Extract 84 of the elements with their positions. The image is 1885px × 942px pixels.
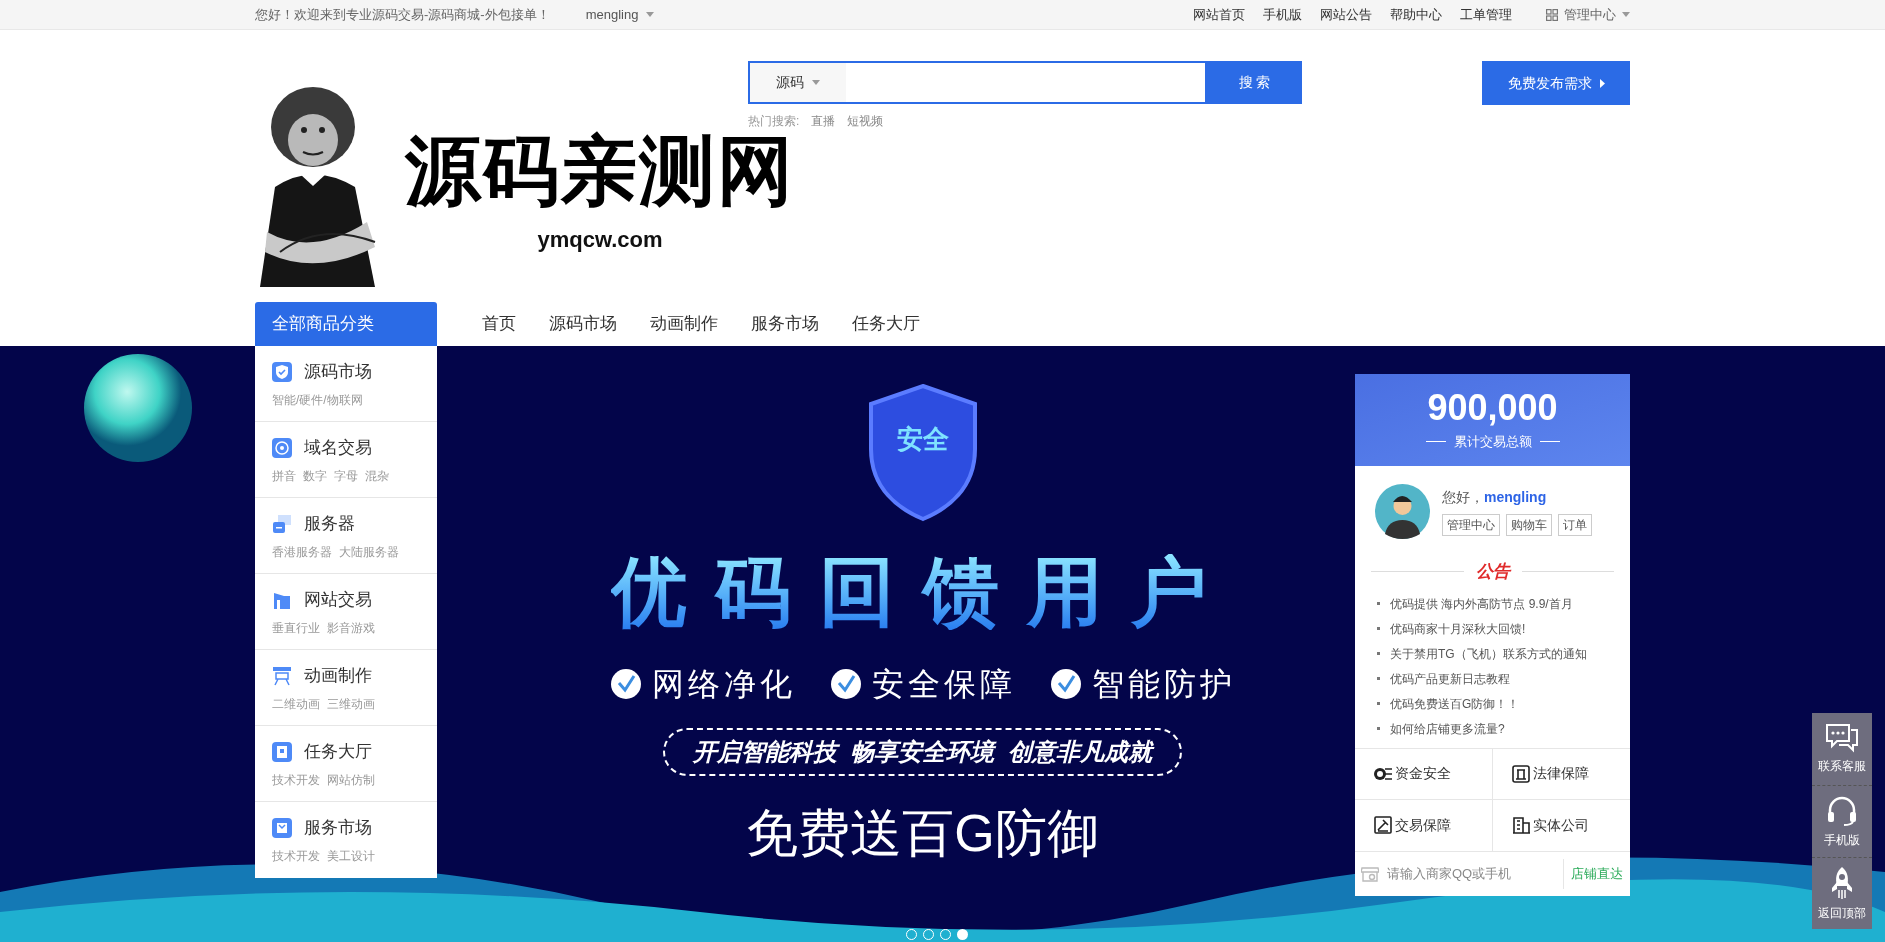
logo-title: 源码亲测网 bbox=[405, 133, 795, 209]
account-button[interactable]: 订单 bbox=[1558, 514, 1592, 536]
top-link[interactable]: 帮助中心 bbox=[1390, 4, 1442, 25]
shield-icon bbox=[272, 361, 292, 382]
category-title[interactable]: 动画制作 bbox=[304, 663, 372, 689]
check-circle-icon bbox=[829, 668, 862, 700]
globe-icon bbox=[272, 437, 292, 458]
notice-link[interactable]: 如何给店铺更多流量? bbox=[1390, 719, 1505, 738]
grid-icon bbox=[1546, 8, 1558, 21]
server-icon bbox=[272, 513, 292, 534]
user-menu[interactable]: mengling bbox=[585, 4, 655, 25]
category-header[interactable]: 全部商品分类 bbox=[255, 302, 437, 346]
notice-link[interactable]: 优码提供 海内外高防节点 9.9/首月 bbox=[1390, 594, 1573, 613]
guarantee-label: 交易保障 bbox=[1395, 815, 1451, 835]
board-icon bbox=[272, 665, 292, 686]
shop-icon bbox=[1361, 864, 1379, 883]
nav-link[interactable]: 服务市场 bbox=[751, 311, 819, 337]
category-title[interactable]: 源码市场 bbox=[304, 359, 372, 385]
guarantee-label: 资金安全 bbox=[1395, 764, 1451, 783]
offer-text: 免费送百G防御 bbox=[746, 803, 1099, 864]
bullet-icon bbox=[1377, 677, 1380, 680]
welcome-text: 您好！欢迎来到专业源码交易-源码商城-外包接单！ bbox=[255, 5, 550, 24]
check-circle-icon bbox=[1049, 668, 1082, 700]
category-title[interactable]: 服务市场 bbox=[304, 815, 372, 841]
chat-icon bbox=[1825, 723, 1859, 753]
search-button[interactable]: 搜 索 bbox=[1207, 61, 1302, 104]
guarantee-label: 实体公司 bbox=[1532, 815, 1589, 835]
feature-text: 安全保障 bbox=[871, 665, 1016, 704]
hot-search-link[interactable]: 短视频 bbox=[847, 112, 884, 130]
bullet-icon bbox=[1377, 627, 1380, 630]
nav-link[interactable]: 任务大厅 bbox=[852, 311, 920, 337]
search-field[interactable]: 源码 bbox=[748, 61, 1207, 104]
nav-link[interactable]: 动画制作 bbox=[650, 311, 718, 337]
slogan-pill: 开启智能科技 畅享安全环境 创意非凡成就 bbox=[663, 728, 1182, 776]
floating-tool-button[interactable]: 返回顶部 bbox=[1812, 857, 1872, 929]
trade-total: 900,000 bbox=[1427, 388, 1558, 429]
top-link[interactable]: 网站首页 bbox=[1193, 4, 1245, 25]
task-icon bbox=[272, 741, 292, 762]
feature-text: 网络净化 bbox=[651, 665, 796, 704]
hot-search-link[interactable]: 直播 bbox=[811, 112, 836, 130]
bullet-icon bbox=[1377, 727, 1380, 730]
nav-link[interactable]: 首页 bbox=[482, 311, 516, 337]
caret-icon bbox=[1622, 12, 1630, 17]
check-circle-icon bbox=[609, 668, 642, 700]
hot-search-label: 热门搜索: bbox=[748, 113, 800, 130]
top-link[interactable]: 手机版 bbox=[1263, 4, 1302, 25]
notice-link[interactable]: 优码商家十月深秋大回馈! bbox=[1390, 619, 1526, 638]
feature-text: 智能防护 bbox=[1091, 665, 1236, 704]
building-icon bbox=[1510, 815, 1531, 835]
username-link[interactable]: mengling bbox=[1484, 487, 1547, 508]
guarantee-label: 法律保障 bbox=[1532, 764, 1589, 783]
shop-search-field[interactable]: 请输入商家QQ或手机 bbox=[1355, 863, 1563, 884]
bullet-icon bbox=[1377, 602, 1380, 605]
avatar-icon bbox=[1375, 484, 1430, 539]
floating-tool-button[interactable]: 联系客服 bbox=[1812, 713, 1872, 785]
user-greeting: 您好， bbox=[1442, 488, 1484, 507]
category-title[interactable]: 域名交易 bbox=[304, 435, 372, 461]
floating-tool-button[interactable]: 手机版 bbox=[1812, 785, 1872, 857]
category-title[interactable]: 网站交易 bbox=[304, 587, 372, 613]
rocket-icon bbox=[1830, 865, 1854, 900]
account-button[interactable]: 管理中心 bbox=[1442, 514, 1500, 536]
caret-icon bbox=[646, 12, 655, 17]
logo-domain: ymqcw.com bbox=[537, 226, 663, 254]
notice-link[interactable]: 关于禁用TG（飞机）联系方式的通知 bbox=[1390, 644, 1587, 663]
top-link[interactable]: 工单管理 bbox=[1460, 4, 1512, 25]
caret-icon bbox=[1599, 78, 1605, 88]
trade-total-caption: 累计交易总额 bbox=[1453, 433, 1532, 452]
category-dropdown[interactable]: 源码 bbox=[750, 63, 846, 102]
shield-text: 安全 bbox=[896, 423, 949, 456]
headset-icon bbox=[1826, 794, 1858, 827]
account-button[interactable]: 购物车 bbox=[1506, 514, 1552, 536]
top-link[interactable]: 网站公告 bbox=[1320, 4, 1372, 25]
category-title[interactable]: 服务器 bbox=[304, 511, 355, 537]
bullet-icon bbox=[1377, 652, 1380, 655]
bag-icon bbox=[272, 817, 292, 838]
publish-button[interactable]: 免费发布需求 bbox=[1482, 61, 1630, 105]
notice-link[interactable]: 优码免费送百G防御！！ bbox=[1390, 694, 1520, 713]
category-title[interactable]: 任务大厅 bbox=[304, 739, 372, 765]
admin-menu[interactable]: 管理中心 bbox=[1546, 4, 1630, 25]
caret-icon bbox=[812, 80, 820, 85]
notice-heading: 公告 bbox=[1475, 561, 1510, 583]
bullet-icon bbox=[1377, 702, 1380, 705]
notice-link[interactable]: 优码产品更新日志教程 bbox=[1390, 669, 1510, 688]
nav-link[interactable]: 源码市场 bbox=[549, 311, 617, 337]
